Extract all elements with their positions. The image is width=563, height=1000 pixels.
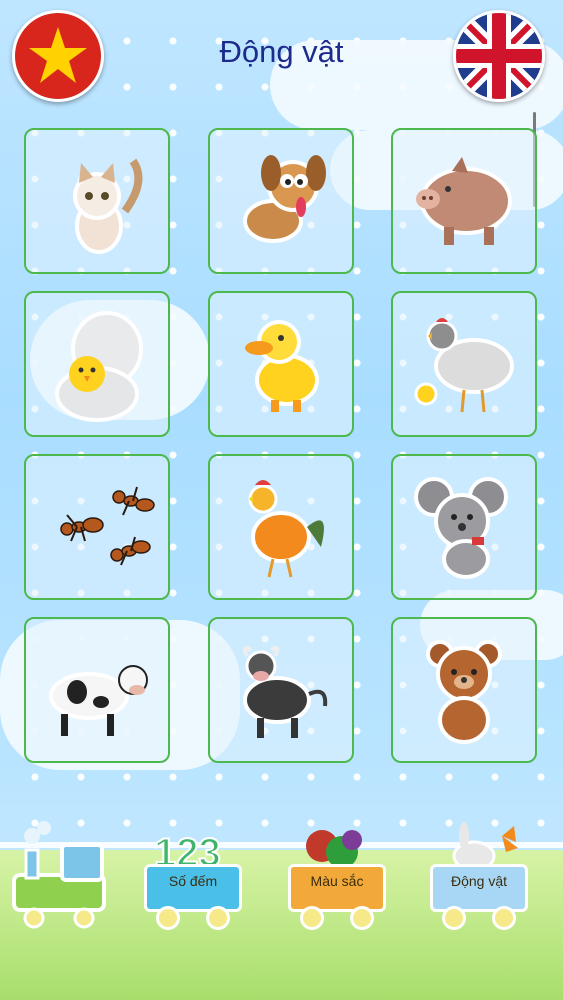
train-car-body: Màu sắc <box>288 864 386 912</box>
cat-icon <box>73 158 143 254</box>
animal-card-hen[interactable] <box>391 291 537 437</box>
animal-card-dog[interactable] <box>208 128 354 274</box>
animal-card-duck[interactable] <box>208 291 354 437</box>
bull-icon <box>242 646 328 738</box>
animal-card-bull[interactable] <box>208 617 354 763</box>
train-car-label: Số đếm <box>168 873 218 889</box>
wheel-icon <box>300 906 324 930</box>
rooster-icon <box>248 480 324 578</box>
wheel-icon <box>206 906 230 930</box>
wheel-icon <box>442 906 466 930</box>
chick-hatching-icon <box>55 311 143 422</box>
animal-card-pig[interactable] <box>391 128 537 274</box>
wheel-icon <box>492 906 516 930</box>
train-car-label: Màu sắc <box>310 873 364 889</box>
train-car-label: Động vật <box>450 873 508 889</box>
animal-card-ant[interactable] <box>24 454 170 600</box>
animal-grid <box>24 128 539 766</box>
train-car-body: Số đếm <box>144 864 242 912</box>
animal-card-rooster[interactable] <box>208 454 354 600</box>
train-car-body: Động vật <box>430 864 528 912</box>
animal-card-mouse[interactable] <box>391 454 537 600</box>
cow-icon <box>49 665 148 736</box>
animal-card-chick[interactable] <box>24 291 170 437</box>
mouse-icon <box>414 477 508 579</box>
category-train: 123 Số đếm Màu sắc Động vật <box>0 790 563 930</box>
animal-card-cat[interactable] <box>24 128 170 274</box>
bear-icon <box>426 640 502 744</box>
train-locomotive[interactable] <box>4 821 124 930</box>
train-car-counting[interactable]: 123 Số đếm <box>138 830 248 930</box>
duck-icon <box>245 320 319 412</box>
hen-icon <box>414 318 514 413</box>
ants-icon <box>60 486 155 566</box>
pig-icon <box>416 157 512 245</box>
header-bar: Động vật <box>0 0 563 110</box>
wheel-icon <box>350 906 374 930</box>
locomotive-icon <box>12 821 106 929</box>
english-language-button[interactable] <box>453 10 545 102</box>
wheel-icon <box>156 906 180 930</box>
train-car-animals[interactable]: Động vật <box>424 822 534 930</box>
dog-icon <box>243 155 326 243</box>
train-car-colors[interactable]: Màu sắc <box>282 830 392 930</box>
uk-flag-icon <box>456 13 542 99</box>
animal-card-cow[interactable] <box>24 617 170 763</box>
animal-card-bear[interactable] <box>391 617 537 763</box>
